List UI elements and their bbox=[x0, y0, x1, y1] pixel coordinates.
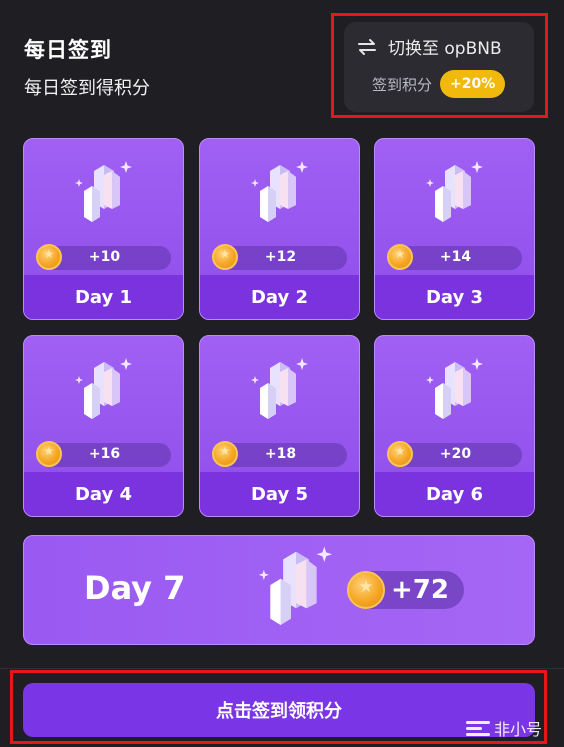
day-card-4[interactable]: +16 Day 4 bbox=[23, 335, 184, 517]
day-label: Day 7 bbox=[84, 569, 186, 607]
crystal-icon bbox=[250, 159, 310, 233]
page-title: 每日签到 bbox=[24, 38, 112, 62]
points-pill: +16 bbox=[36, 441, 171, 467]
divider bbox=[0, 668, 564, 669]
points-amount: +10 bbox=[88, 249, 121, 265]
crystal-icon bbox=[257, 544, 335, 638]
day-card-1[interactable]: +10 Day 1 bbox=[23, 138, 184, 320]
day-card-7[interactable]: Day 7 +72 bbox=[23, 535, 535, 645]
day-card-6[interactable]: +20 Day 6 bbox=[374, 335, 535, 517]
points-pill: +72 bbox=[347, 571, 464, 609]
points-pill: +10 bbox=[36, 244, 171, 270]
day-label: Day 2 bbox=[200, 275, 359, 319]
points-amount: +12 bbox=[264, 249, 297, 265]
day-card-2[interactable]: +12 Day 2 bbox=[199, 138, 360, 320]
crystal-icon bbox=[425, 159, 485, 233]
day-label: Day 3 bbox=[375, 275, 534, 319]
day-card-3[interactable]: +14 Day 3 bbox=[374, 138, 535, 320]
points-pill: +20 bbox=[387, 441, 522, 467]
points-pill: +12 bbox=[212, 244, 347, 270]
watermark-text: 非小号 bbox=[494, 720, 543, 739]
watermark: 非小号 bbox=[466, 716, 542, 740]
points-amount: +20 bbox=[439, 446, 472, 462]
crystal-icon bbox=[250, 356, 310, 430]
day-label: Day 4 bbox=[24, 472, 183, 516]
highlight-box-top bbox=[331, 13, 548, 118]
points-amount: +72 bbox=[391, 575, 449, 605]
points-amount: +18 bbox=[264, 446, 297, 462]
points-pill: +14 bbox=[387, 244, 522, 270]
crystal-icon bbox=[425, 356, 485, 430]
day-label: Day 5 bbox=[200, 472, 359, 516]
day-label: Day 1 bbox=[24, 275, 183, 319]
day-label: Day 6 bbox=[375, 472, 534, 516]
coin-icon bbox=[347, 571, 385, 609]
crystal-icon bbox=[74, 159, 134, 233]
watermark-logo-icon bbox=[466, 718, 490, 738]
day-card-5[interactable]: +18 Day 5 bbox=[199, 335, 360, 517]
points-pill: +18 bbox=[212, 441, 347, 467]
crystal-icon bbox=[74, 356, 134, 430]
points-amount: +14 bbox=[439, 249, 472, 265]
page-subtitle: 每日签到得积分 bbox=[24, 78, 150, 99]
points-amount: +16 bbox=[88, 446, 121, 462]
